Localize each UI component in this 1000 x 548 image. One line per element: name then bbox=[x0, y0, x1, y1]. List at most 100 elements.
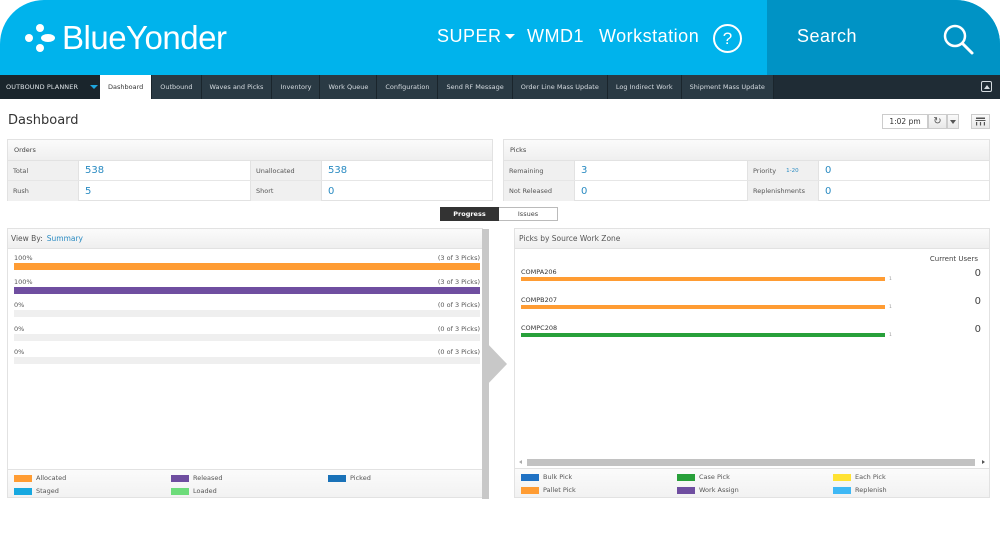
priority-range[interactable]: 1-20 bbox=[786, 168, 798, 174]
scroll-right-icon[interactable] bbox=[982, 460, 985, 464]
zone-name: COMPB207 bbox=[521, 296, 558, 304]
zone-pick-count: 1 bbox=[889, 333, 892, 338]
page-title: Dashboard bbox=[8, 113, 79, 128]
progress-panel: View By: Summary 100% (3 of 3 Picks) 100% (… bbox=[7, 228, 489, 499]
scroll-left-icon[interactable] bbox=[519, 460, 522, 464]
refresh-interval-dropdown[interactable] bbox=[947, 114, 959, 129]
legend-item-replenish: Replenish bbox=[833, 486, 887, 494]
zone-row[interactable]: COMPA206 1 0 bbox=[521, 268, 981, 292]
remaining-value[interactable]: 3 bbox=[575, 161, 748, 180]
rush-value[interactable]: 5 bbox=[79, 181, 251, 201]
zone-row[interactable]: COMPB207 1 0 bbox=[521, 296, 981, 320]
legend-item-released: Released bbox=[171, 474, 223, 482]
tab-work-queue[interactable]: Work Queue bbox=[320, 75, 378, 99]
collapse-header-button[interactable] bbox=[981, 81, 992, 92]
brand-logo[interactable]: BlueYonder bbox=[24, 18, 227, 58]
tab-inventory[interactable]: Inventory bbox=[272, 75, 321, 99]
refresh-button[interactable]: ↻ bbox=[928, 114, 947, 129]
view-toggle: Progress Issues bbox=[440, 207, 558, 221]
search-icon[interactable] bbox=[941, 22, 975, 56]
module-selector[interactable]: OUTBOUND PLANNER bbox=[0, 75, 100, 99]
view-by-selector[interactable]: Summary bbox=[47, 234, 83, 243]
flow-arrow-icon bbox=[484, 340, 507, 388]
progress-count: (3 of 3 Picks) bbox=[437, 277, 480, 286]
tab-dashboard[interactable]: Dashboard bbox=[100, 75, 153, 99]
view-by-label: View By: bbox=[11, 234, 43, 243]
short-value[interactable]: 0 bbox=[322, 181, 492, 201]
progress-toggle[interactable]: Progress bbox=[440, 207, 499, 221]
zone-current-users: 0 bbox=[974, 324, 981, 335]
legend-label: Released bbox=[193, 474, 223, 482]
legend-swatch bbox=[677, 473, 695, 481]
legend-label: Case Pick bbox=[699, 473, 730, 481]
tab-order-line-mass-update[interactable]: Order Line Mass Update bbox=[512, 75, 608, 99]
zone-pick-bar[interactable] bbox=[521, 277, 885, 281]
priority-value[interactable]: 0 bbox=[819, 161, 989, 180]
not-released-value[interactable]: 0 bbox=[575, 181, 748, 201]
user-menu-label: SUPER bbox=[437, 26, 502, 46]
progress-percent: 0% bbox=[14, 324, 25, 333]
progress-row-loaded[interactable]: 0% (0 of 3 Picks) bbox=[14, 348, 480, 366]
scrollbar-thumb[interactable] bbox=[527, 459, 975, 466]
picks-row: Not Released 0 Replenishments 0 bbox=[504, 181, 989, 201]
horizontal-scrollbar[interactable] bbox=[515, 458, 989, 467]
zone-pick-bar[interactable] bbox=[521, 305, 885, 309]
progress-count: (0 of 3 Picks) bbox=[437, 324, 480, 333]
legend-label: Work Assign bbox=[699, 486, 739, 494]
layout-icon bbox=[975, 117, 986, 126]
caret-down-icon bbox=[504, 34, 515, 39]
tab-configuration[interactable]: Configuration bbox=[377, 75, 439, 99]
tab-log-indirect-work[interactable]: Log Indirect Work bbox=[607, 75, 682, 99]
progress-row-allocated[interactable]: 100% (3 of 3 Picks) bbox=[14, 254, 480, 272]
progress-row-staged[interactable]: 0% (0 of 3 Picks) bbox=[14, 325, 480, 343]
legend-swatch bbox=[833, 473, 851, 481]
app-window: BlueYonder SUPER WMD1 Workstation ? Sear… bbox=[0, 0, 1000, 530]
legend-swatch bbox=[14, 474, 32, 482]
picks-panel: Picks Remaining 3 Priority 1-20 0 Not Re… bbox=[503, 139, 990, 201]
progress-row-released[interactable]: 100% (3 of 3 Picks) bbox=[14, 278, 480, 296]
zone-pick-bar[interactable] bbox=[521, 333, 885, 337]
orders-title: Orders bbox=[8, 140, 492, 161]
warehouse-selector[interactable]: WMD1 bbox=[527, 26, 584, 47]
legend-item-pallet-pick: Pallet Pick bbox=[521, 486, 576, 494]
legend-label: Bulk Pick bbox=[543, 473, 573, 481]
progress-percent: 0% bbox=[14, 301, 25, 309]
issues-toggle[interactable]: Issues bbox=[499, 207, 558, 221]
progress-count: (0 of 3 Picks) bbox=[437, 348, 480, 356]
orders-row: Total 538 Unallocated 538 bbox=[8, 161, 492, 181]
zone-row[interactable]: COMPC208 1 0 bbox=[521, 324, 981, 348]
brand-name: BlueYonder bbox=[62, 19, 227, 56]
current-users-label: Current Users bbox=[929, 255, 978, 263]
tab-send-rf-message[interactable]: Send RF Message bbox=[438, 75, 513, 99]
tab-waves-and-picks[interactable]: Waves and Picks bbox=[201, 75, 273, 99]
legend-item-bulk-pick: Bulk Pick bbox=[521, 473, 572, 481]
caret-down-icon bbox=[90, 85, 99, 89]
priority-label: Priority 1-20 bbox=[748, 161, 819, 180]
legend-item-allocated: Allocated bbox=[14, 474, 66, 482]
zone-name: COMPC208 bbox=[521, 324, 558, 332]
search-label: Search bbox=[797, 26, 858, 46]
user-menu[interactable]: SUPER bbox=[437, 26, 515, 47]
progress-percent: 100% bbox=[14, 254, 33, 262]
module-label: OUTBOUND PLANNER bbox=[6, 83, 79, 91]
progress-track bbox=[14, 357, 480, 364]
legend-label: Staged bbox=[36, 487, 59, 495]
legend-item-picked: Picked bbox=[328, 474, 371, 482]
progress-row-picked[interactable]: 0% (0 of 3 Picks) bbox=[14, 301, 480, 319]
help-icon[interactable]: ? bbox=[713, 24, 742, 53]
progress-panel-header: View By: Summary bbox=[8, 229, 482, 249]
legend-swatch bbox=[14, 487, 32, 495]
top-header: BlueYonder SUPER WMD1 Workstation ? Sear… bbox=[0, 0, 1000, 75]
total-value[interactable]: 538 bbox=[79, 161, 251, 180]
rush-label: Rush bbox=[8, 181, 79, 201]
tab-shipment-mass-update[interactable]: Shipment Mass Update bbox=[681, 75, 774, 99]
search-box[interactable]: Search bbox=[767, 0, 1000, 75]
tab-outbound[interactable]: Outbound bbox=[152, 75, 202, 99]
unallocated-value[interactable]: 538 bbox=[322, 161, 492, 180]
workstation-link[interactable]: Workstation bbox=[599, 26, 699, 47]
progress-fill bbox=[14, 263, 480, 270]
replenishments-value[interactable]: 0 bbox=[819, 181, 989, 201]
picks-row: Remaining 3 Priority 1-20 0 bbox=[504, 161, 989, 181]
progress-legend: Allocated Released Picked Staged Loaded bbox=[8, 469, 482, 497]
layout-button[interactable] bbox=[971, 114, 990, 129]
